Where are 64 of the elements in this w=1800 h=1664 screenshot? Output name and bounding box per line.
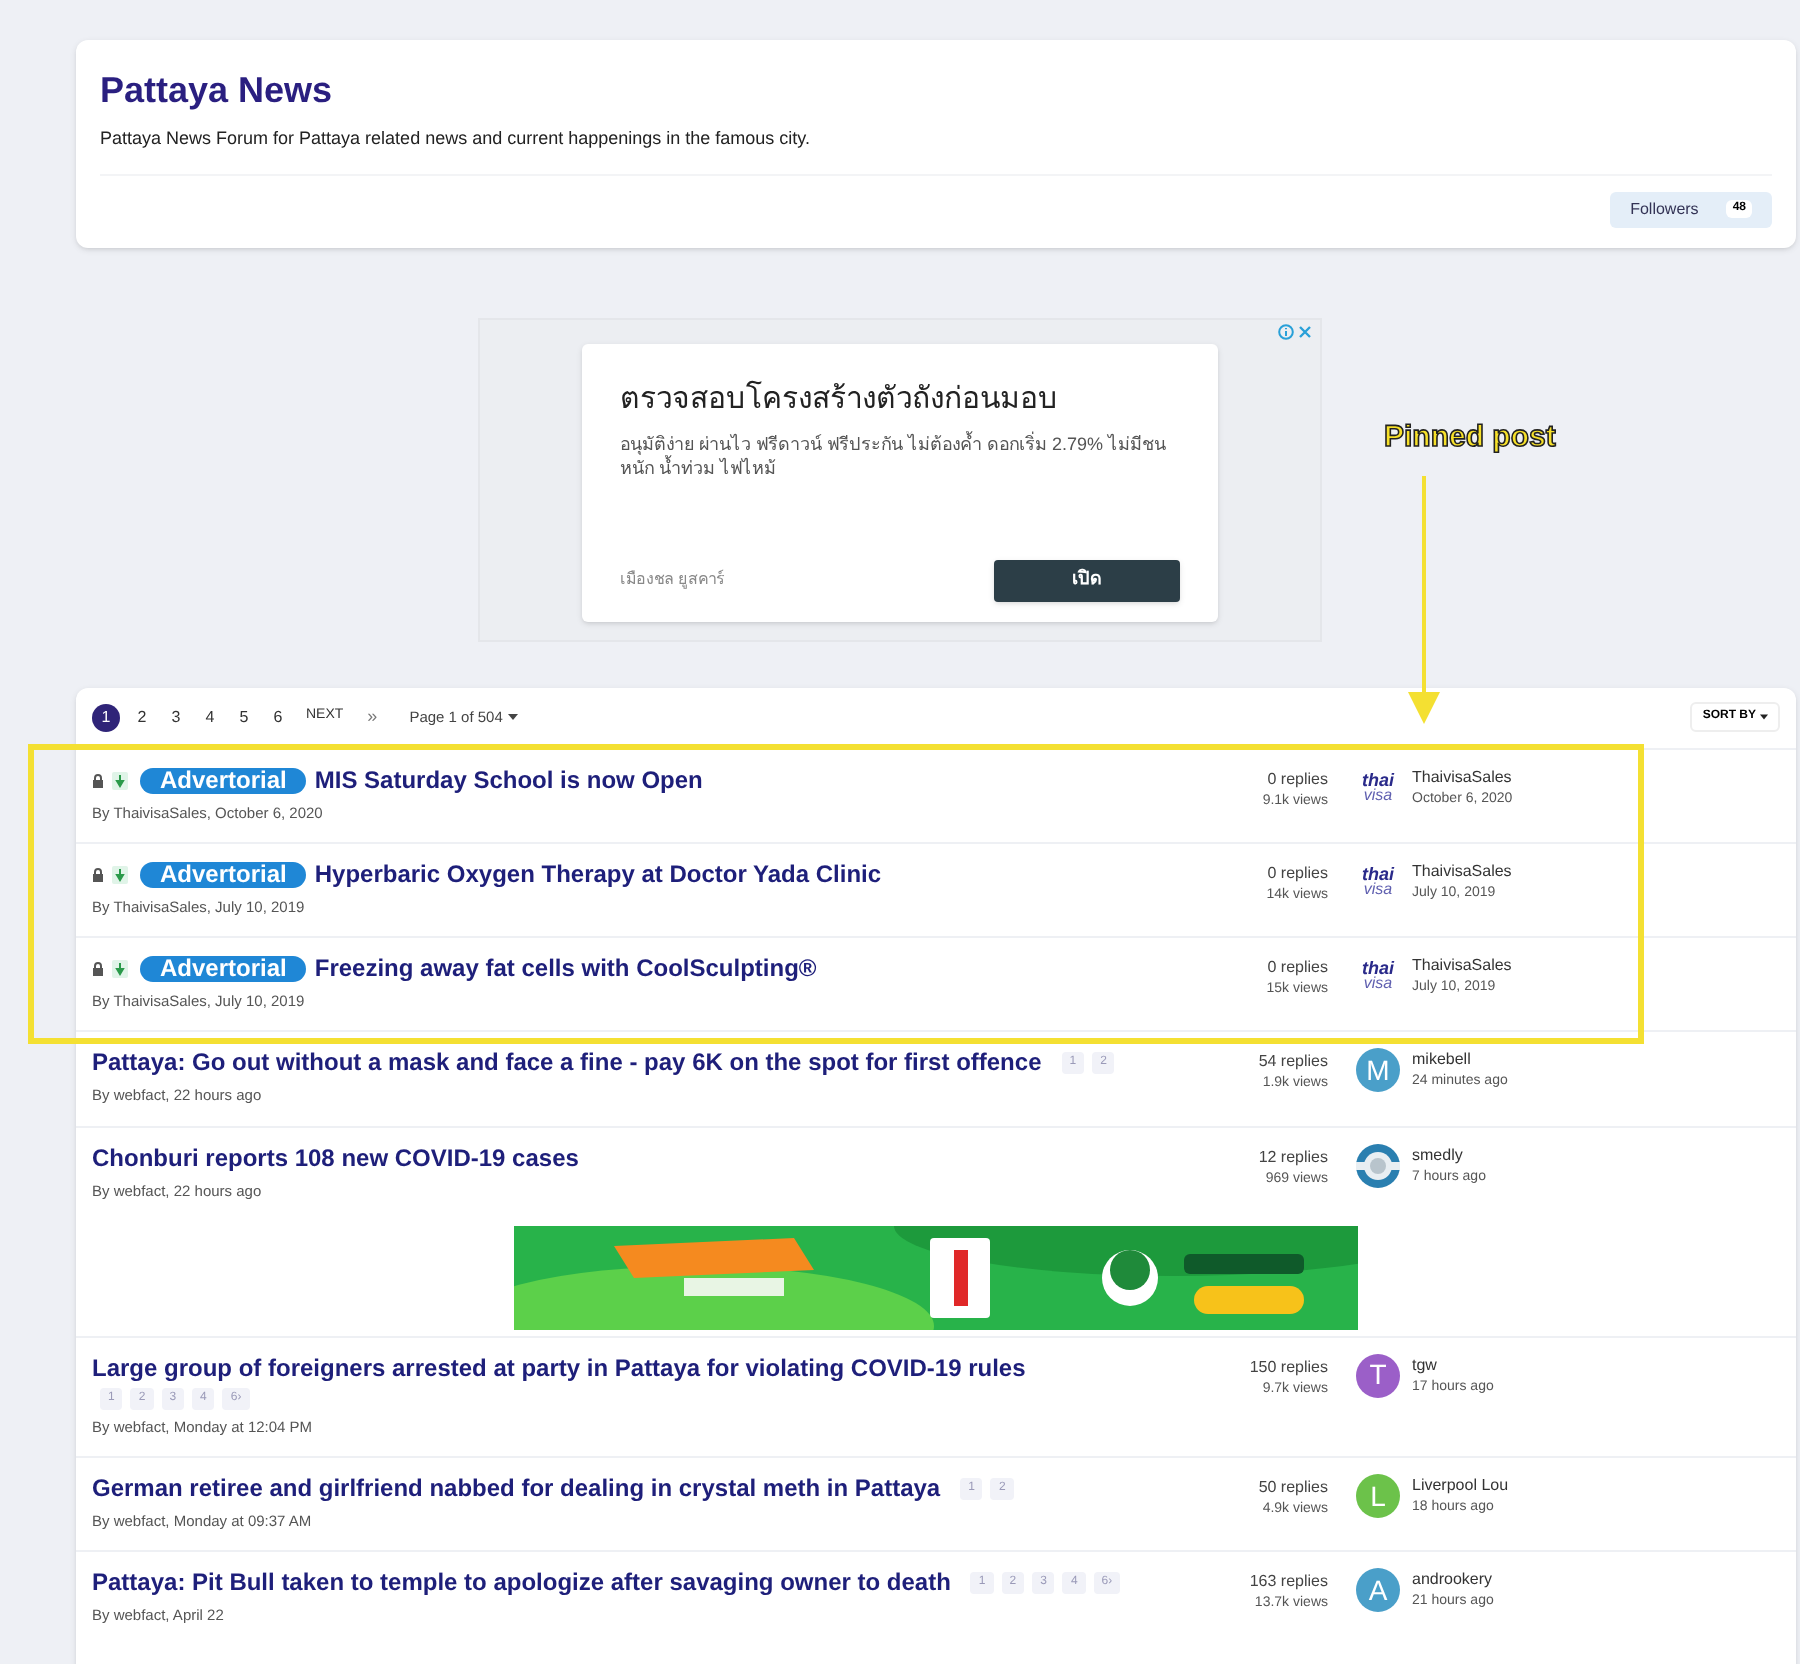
logo-text: visa [1363, 976, 1393, 992]
avatar: A [1356, 1568, 1400, 1613]
reply-count: 12 replies [1258, 1145, 1328, 1167]
pin-icon [112, 865, 128, 884]
last-poster-name[interactable]: ThaivisaSales [1412, 765, 1513, 787]
topic-title[interactable]: Freezing away fat cells with CoolSculpting® [314, 954, 817, 984]
ad-headline: ตรวจสอบโครงสร้างตัวถังก่อนมอบ [620, 379, 1060, 419]
close-icon[interactable] [1298, 323, 1312, 339]
ad-open-button[interactable]: เปิด [994, 559, 1180, 601]
logo-text: thai [1361, 865, 1394, 882]
logo-text: thai [1361, 771, 1394, 787]
page-link[interactable]: 3 [162, 703, 190, 731]
page-link[interactable]: 6 [264, 703, 292, 731]
topic-title[interactable]: MIS Saturday School is now Open [314, 765, 703, 795]
avatar-icon [1356, 1143, 1400, 1187]
ad-body: อนุมัติง่าย ผ่านไว ฟรีดาวน์ ฟรีประกัน ไม่ต้องค้ำ ดอกเริ่ม 2.79% ไม่มีชน หนัก น้ำท่วม ไฟไหม้ [620, 431, 1169, 479]
topic-title[interactable]: Large group of foreigners arrested at party in Pattaya for violating COVID-19 rules [92, 1353, 1026, 1384]
forum-description: Pattaya News Forum for Pattaya related news and current happenings in the famous city. [100, 126, 813, 152]
last-poster-name[interactable]: androokery [1412, 1568, 1494, 1591]
caret-icon [508, 714, 519, 720]
logo-text: thai [1361, 960, 1394, 976]
reply-count: 0 replies [1267, 956, 1328, 978]
topic-title[interactable]: German retiree and girlfriend nabbed for dealing in crystal meth in Pattaya [92, 1474, 941, 1504]
pin-icon [112, 960, 128, 978]
avatar: M [1356, 1048, 1400, 1093]
pin-icon [112, 771, 128, 789]
last-poster-name[interactable]: mikebell [1412, 1048, 1508, 1071]
avatar: L [1356, 1474, 1400, 1518]
reply-count: 163 replies [1249, 1570, 1328, 1593]
lock-icon [92, 773, 104, 787]
reply-count: 0 replies [1267, 861, 1328, 884]
caret-icon [1760, 714, 1768, 720]
advertorial-badge: Advertorial [140, 767, 307, 793]
last-poster-name[interactable]: ThaivisaSales [1412, 954, 1512, 976]
avatar: T [1356, 1353, 1400, 1398]
page-link[interactable]: 4 [196, 703, 224, 731]
reply-count: 54 replies [1258, 1050, 1328, 1073]
advertorial-badge: Advertorial [140, 861, 307, 888]
logo-text: visa [1363, 787, 1393, 803]
last-poster-name[interactable]: Liverpool Lou [1412, 1474, 1509, 1496]
topic-title[interactable]: Pattaya: Pit Bull taken to temple to apologize after savaging owner to death [92, 1568, 951, 1599]
topic-title[interactable]: Pattaya: Go out without a mask and face a fine - pay 6K on the spot for first offence [92, 1048, 1042, 1079]
last-poster-name[interactable]: tgw [1412, 1353, 1494, 1376]
followers-label: Followers [1630, 197, 1699, 221]
topic-title[interactable]: Hyperbaric Oxygen Therapy at Doctor Yada Clinic [314, 859, 882, 890]
arrow-icon [1406, 476, 1442, 724]
page-link[interactable]: 1 [92, 703, 120, 731]
last-poster-name[interactable]: smedly [1412, 1143, 1486, 1165]
lock-icon [92, 962, 104, 976]
page-link[interactable]: 5 [230, 703, 258, 731]
reply-count: 50 replies [1258, 1476, 1328, 1498]
page-link[interactable]: 2 [128, 703, 156, 731]
reply-count: 0 replies [1267, 767, 1328, 789]
forum-title: Pattaya News [100, 68, 335, 114]
info-icon[interactable] [1278, 323, 1294, 339]
topic-title[interactable]: Chonburi reports 108 new COVID-19 cases [92, 1143, 579, 1173]
last-page-link[interactable]: » [367, 703, 378, 731]
last-poster-name[interactable]: ThaivisaSales [1412, 859, 1512, 882]
lock-icon [92, 867, 104, 882]
logo-text: visa [1363, 881, 1393, 898]
ad-advertiser: เมืองชล ยูสคาร์ [620, 568, 725, 592]
annotation-label: Pinned post [1384, 418, 1556, 458]
advertorial-badge: Advertorial [140, 956, 307, 982]
reply-count: 150 replies [1249, 1355, 1328, 1378]
